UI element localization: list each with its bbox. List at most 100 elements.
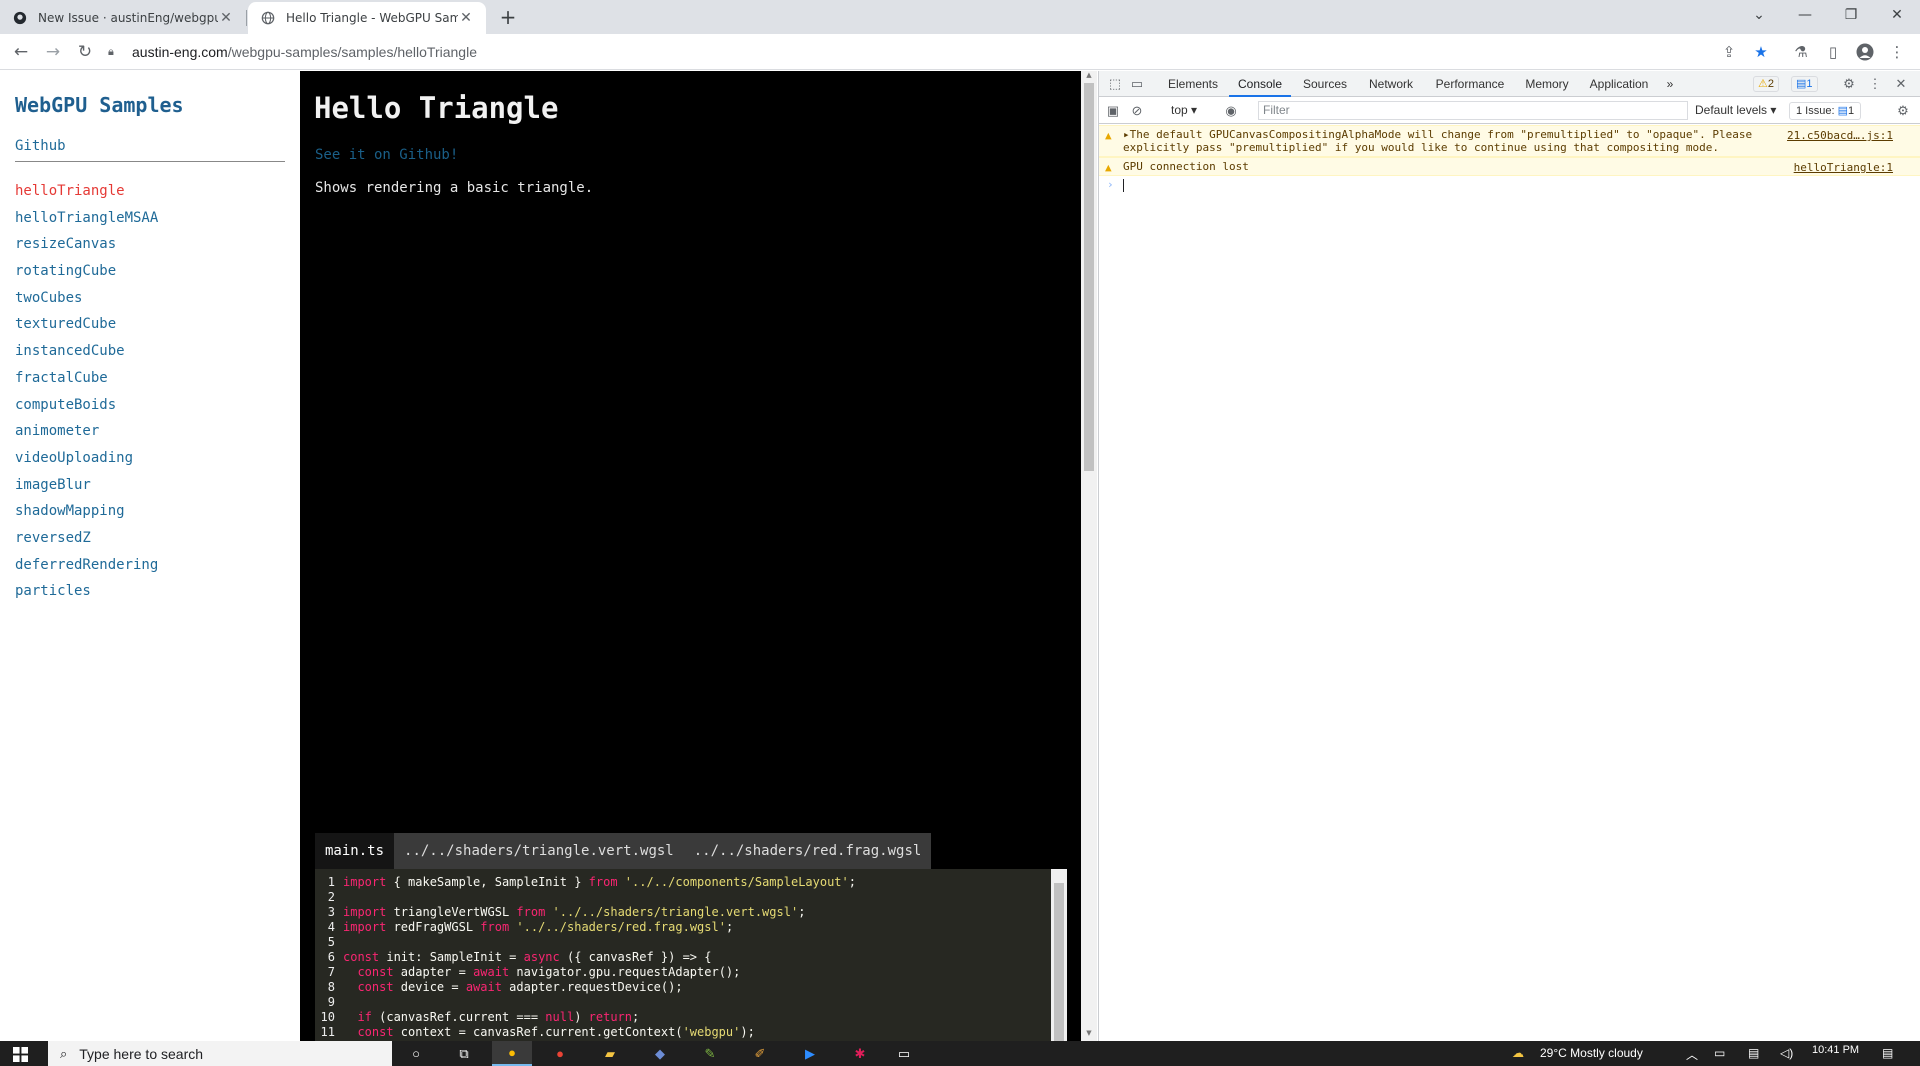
new-tab-button[interactable]: + (496, 6, 520, 30)
devtools-tab-elements[interactable]: Elements (1159, 71, 1227, 97)
context-selector[interactable]: top ▾ (1171, 103, 1197, 117)
console-warning-message[interactable]: ▲ ▸The default GPUCanvasCompositingAlpha… (1099, 125, 1920, 157)
github-link[interactable]: Github (15, 138, 66, 154)
sidebar-item-rotatingcube[interactable]: rotatingCube (15, 263, 158, 290)
sidebar-item-resizecanvas[interactable]: resizeCanvas (15, 236, 158, 263)
devtools-tab-performance[interactable]: Performance (1427, 71, 1513, 97)
sidebar-item-twocubes[interactable]: twoCubes (15, 290, 158, 317)
sidebar-item-instancedcube[interactable]: instancedCube (15, 343, 158, 370)
console-warning-message[interactable]: ▲ GPU connection lost helloTriangle:1 (1099, 157, 1920, 176)
weather-text[interactable]: 29°C Mostly cloudy (1540, 1046, 1643, 1060)
chrome-canary-icon[interactable]: ● (492, 1041, 532, 1066)
scroll-up-arrow-icon[interactable]: ▲ (1081, 71, 1097, 83)
clock-time[interactable]: 10:41 PM (1812, 1044, 1859, 1056)
console-output: ▲ ▸The default GPUCanvasCompositingAlpha… (1099, 125, 1920, 194)
paint-icon[interactable]: ✐ (740, 1041, 780, 1066)
forward-arrow-icon[interactable]: → (41, 40, 65, 64)
sidebar-item-videouploading[interactable]: videoUploading (15, 450, 158, 477)
sidebar-item-shadowmapping[interactable]: shadowMapping (15, 503, 158, 530)
slack-icon[interactable]: ✱ (840, 1041, 880, 1066)
issues-button[interactable]: 1 Issue: ▤1 (1789, 102, 1862, 120)
reload-icon[interactable]: ↻ (73, 40, 97, 64)
taskbar-search-box[interactable]: ⌕ Type here to search (48, 1041, 392, 1066)
file-explorer-icon[interactable]: ▰ (590, 1041, 630, 1066)
close-icon[interactable]: ✕ (458, 10, 474, 26)
sidebar-item-computeboids[interactable]: computeBoids (15, 397, 158, 424)
clear-console-icon[interactable]: ⊘ (1129, 103, 1145, 119)
sidebar-title[interactable]: WebGPU Samples (15, 93, 184, 117)
browser-tab-hello-triangle[interactable]: Hello Triangle - WebGPU Sample ✕ (248, 2, 486, 34)
chrome-icon[interactable]: ● (540, 1041, 580, 1066)
code-scrollbar-thumb[interactable] (1054, 883, 1064, 1041)
more-tabs-chevron-icon[interactable]: » (1661, 71, 1679, 97)
battery-icon[interactable]: ▭ (1714, 1046, 1725, 1060)
message-source-link[interactable]: 21.c50bacd….js:1 (1787, 129, 1893, 142)
sidebar-item-particles[interactable]: particles (15, 583, 158, 610)
bookmark-star-icon[interactable]: ★ (1752, 43, 1770, 61)
network-icon[interactable]: ▤ (1748, 1046, 1759, 1060)
devtools-tab-bar: ⬚ ▭ Elements Console Sources Network Per… (1099, 71, 1920, 97)
tab-main-ts[interactable]: main.ts (315, 833, 395, 869)
tab-red-frag-wgsl[interactable]: ../../shaders/red.frag.wgsl (683, 833, 932, 869)
chevron-up-icon[interactable]: ︿ (1686, 1046, 1698, 1063)
code-scrollbar[interactable] (1051, 869, 1067, 1041)
devtools-tab-console[interactable]: Console (1229, 71, 1291, 97)
console-filter-input[interactable]: Filter (1258, 101, 1688, 120)
windows-start-icon[interactable] (12, 1046, 28, 1062)
restore-icon[interactable]: ❐ (1828, 0, 1874, 30)
sidebar-item-imageblur[interactable]: imageBlur (15, 477, 158, 504)
sidebar-item-texturedcube[interactable]: texturedCube (15, 316, 158, 343)
warning-count-badge[interactable]: ⚠2 (1753, 76, 1779, 92)
kebab-menu-icon[interactable]: ⋮ (1867, 76, 1883, 92)
sidebar-item-fractalcube[interactable]: fractalCube (15, 370, 158, 397)
info-count-badge[interactable]: ▤1 (1791, 76, 1818, 92)
tab-title: Hello Triangle - WebGPU Sample (286, 11, 458, 25)
minimize-icon[interactable]: — (1782, 0, 1828, 30)
sidebar-toggle-icon[interactable]: ▣ (1105, 103, 1121, 119)
address-bar[interactable]: 🔒︎ austin-eng.com/webgpu-samples/samples… (108, 37, 1768, 67)
back-arrow-icon[interactable]: ← (9, 40, 33, 64)
scroll-down-arrow-icon[interactable]: ▼ (1081, 1029, 1097, 1041)
cortana-icon[interactable]: ○ (396, 1041, 436, 1066)
extension-flask-icon[interactable]: ⚗ (1792, 43, 1810, 61)
notification-icon[interactable]: ▤ (1882, 1046, 1893, 1060)
tab-separator (246, 10, 247, 26)
tab-search-chevron-icon[interactable]: ⌄ (1736, 0, 1782, 30)
devtools-tab-memory[interactable]: Memory (1517, 71, 1577, 97)
volume-icon[interactable]: ◁) (1780, 1046, 1793, 1060)
window-close-icon[interactable]: ✕ (1874, 0, 1920, 30)
profile-avatar-icon[interactable] (1856, 43, 1874, 61)
console-settings-gear-icon[interactable]: ⚙ (1895, 103, 1911, 119)
task-view-icon[interactable]: ⧉ (444, 1041, 484, 1066)
share-icon[interactable]: ⇪ (1720, 43, 1738, 61)
source-code-viewer[interactable]: 1 import { makeSample, SampleInit } from … (315, 869, 1067, 1041)
page-scrollbar-thumb[interactable] (1084, 83, 1094, 471)
terminal-icon[interactable]: ▭ (884, 1041, 924, 1066)
browser-tab-new-issue[interactable]: New Issue · austinEng/webgpu-s ✕ (0, 2, 246, 34)
side-panel-icon[interactable]: ▯ (1824, 43, 1842, 61)
kebab-menu-icon[interactable]: ⋮ (1888, 43, 1906, 61)
eye-icon[interactable]: ◉ (1223, 103, 1239, 119)
notepad-icon[interactable]: ✎ (690, 1041, 730, 1066)
close-icon[interactable]: ✕ (1893, 76, 1909, 92)
close-icon[interactable]: ✕ (218, 10, 234, 26)
message-source-link[interactable]: helloTriangle:1 (1794, 161, 1893, 174)
devtools-tab-network[interactable]: Network (1359, 71, 1423, 97)
sidebar-item-hellotriangle[interactable]: helloTriangle (15, 183, 158, 210)
inspect-element-icon[interactable]: ⬚ (1107, 76, 1123, 92)
gear-icon[interactable]: ⚙ (1841, 76, 1857, 92)
devtools-tab-sources[interactable]: Sources (1295, 71, 1355, 97)
devtools-tab-application[interactable]: Application (1581, 71, 1657, 97)
device-toolbar-icon[interactable]: ▭ (1129, 76, 1145, 92)
log-levels-dropdown[interactable]: Default levels ▾ (1695, 103, 1776, 117)
see-on-github-link[interactable]: See it on Github! (315, 147, 458, 163)
sidebar-item-hellotrianglemsaa[interactable]: helloTriangleMSAA (15, 210, 158, 237)
console-prompt[interactable]: › (1099, 176, 1920, 194)
sidebar-item-reversedz[interactable]: reversedZ (15, 530, 158, 557)
tab-triangle-vert-wgsl[interactable]: ../../shaders/triangle.vert.wgsl (394, 833, 684, 869)
visual-studio-icon[interactable]: ◆ (640, 1041, 680, 1066)
sidebar-item-deferredrendering[interactable]: deferredRendering (15, 557, 158, 584)
sidebar-item-animometer[interactable]: animometer (15, 423, 158, 450)
zoom-icon[interactable]: ▶ (790, 1041, 830, 1066)
page-scrollbar[interactable]: ▲ ▼ (1081, 71, 1097, 1041)
